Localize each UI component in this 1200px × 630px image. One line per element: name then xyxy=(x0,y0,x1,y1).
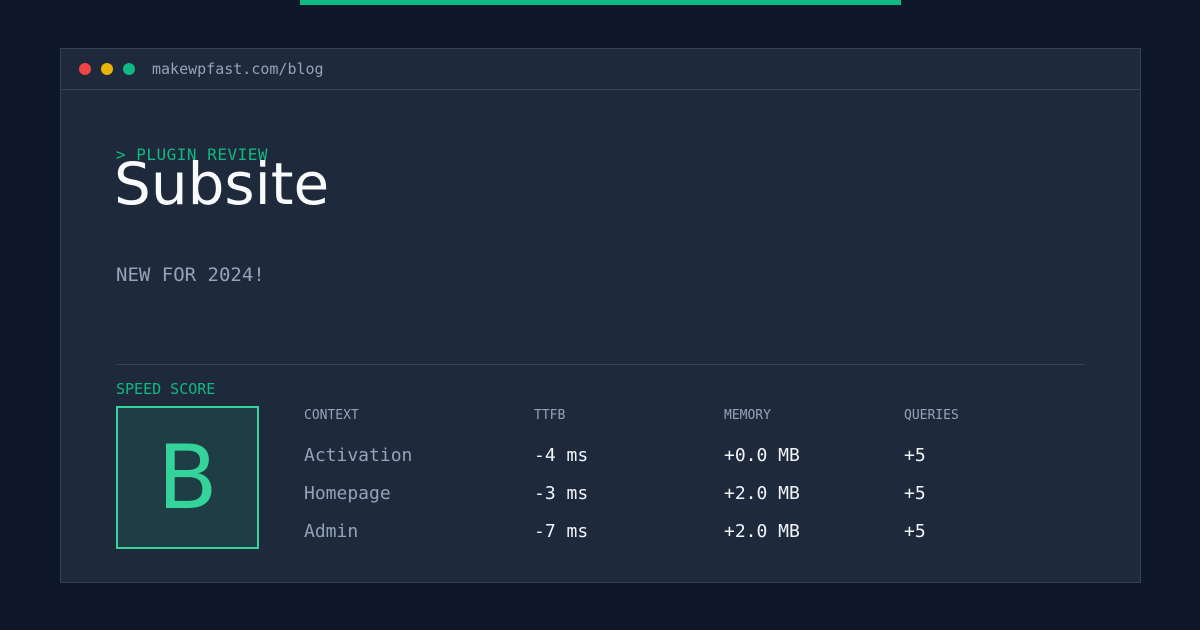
post-subtitle: NEW FOR 2024! xyxy=(116,264,265,286)
header-queries: QUERIES xyxy=(904,408,959,423)
row-context: Admin xyxy=(304,521,359,542)
row-ttfb: -4 ms xyxy=(534,445,589,466)
close-dot-icon xyxy=(79,63,91,75)
header-context: CONTEXT xyxy=(304,408,359,423)
section-divider xyxy=(116,364,1085,365)
maximize-dot-icon xyxy=(123,63,135,75)
speed-score-label: SPEED SCORE xyxy=(116,380,216,398)
row-context: Homepage xyxy=(304,483,391,504)
top-accent-bar xyxy=(300,0,901,5)
header-memory: MEMORY xyxy=(724,408,771,423)
row-queries: +5 xyxy=(904,521,926,542)
header-ttfb: TTFB xyxy=(534,408,566,423)
row-ttfb: -7 ms xyxy=(534,521,589,542)
row-queries: +5 xyxy=(904,445,926,466)
post-title: Subsite xyxy=(114,150,330,218)
row-context: Activation xyxy=(304,445,413,466)
window-titlebar: makewpfast.com/blog xyxy=(61,49,1140,90)
browser-window-card: makewpfast.com/blog > PLUGIN REVIEW Subs… xyxy=(60,48,1141,583)
speed-grade: B xyxy=(157,426,218,529)
window-url: makewpfast.com/blog xyxy=(152,60,324,78)
row-ttfb: -3 ms xyxy=(534,483,589,504)
row-memory: +2.0 MB xyxy=(724,521,800,542)
row-memory: +2.0 MB xyxy=(724,483,800,504)
minimize-dot-icon xyxy=(101,63,113,75)
speed-grade-box: B xyxy=(116,406,259,549)
row-queries: +5 xyxy=(904,483,926,504)
row-memory: +0.0 MB xyxy=(724,445,800,466)
